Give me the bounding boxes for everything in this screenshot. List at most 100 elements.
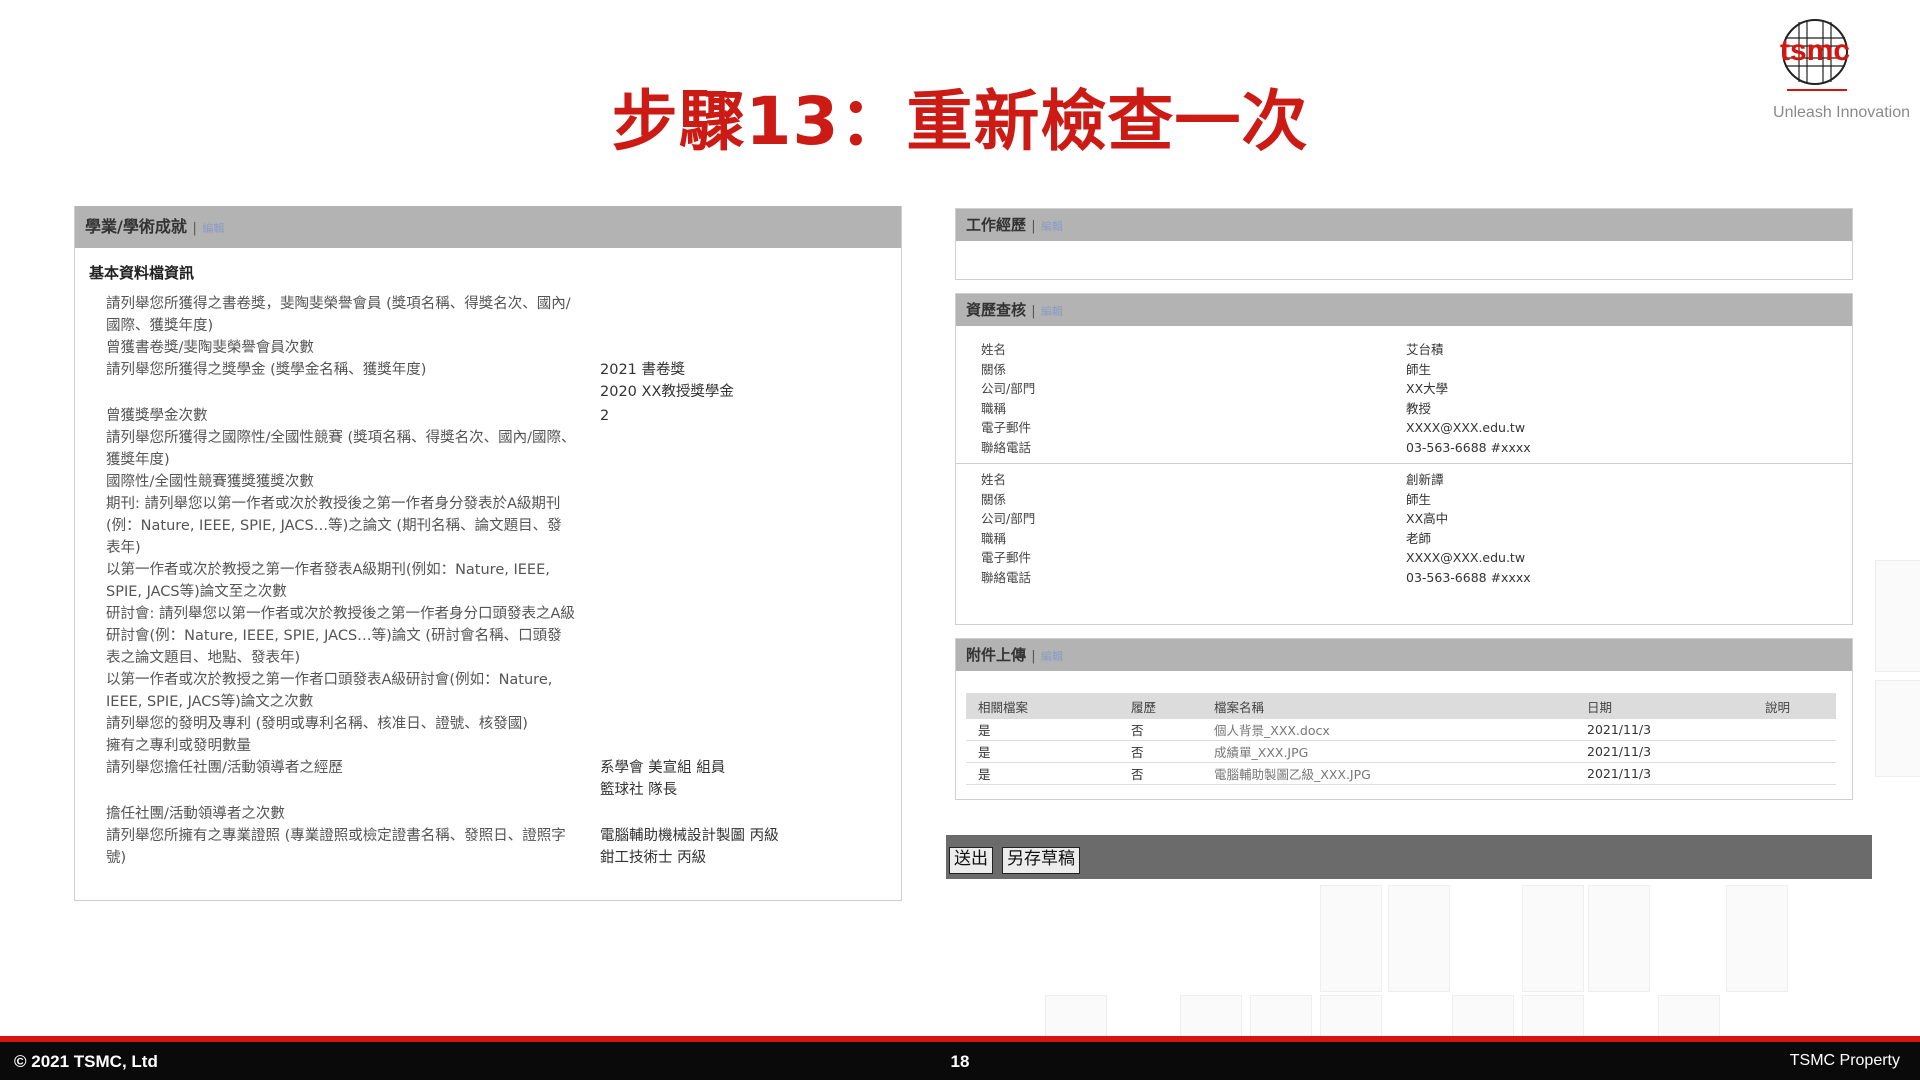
related-cell: 是: [966, 762, 1119, 785]
wafer-logo-icon: tsmc: [1780, 19, 1850, 91]
column-header: 履歷: [1119, 693, 1202, 719]
question-label: 以第一作者或次於教授之第一作者發表A級期刊(例如：Nature, IEEE, S…: [106, 562, 550, 600]
reference-key: 關係: [981, 491, 1007, 507]
academic-panel: 學業/學術成就 | 編輯 基本資料檔資訊 請列舉您所獲得之書卷獎，斐陶斐榮譽會員…: [74, 206, 902, 901]
question-label: 擔任社團/活動領導者之次數: [106, 806, 285, 822]
background-tile: [1875, 680, 1920, 777]
reference-list: 姓名 艾台積 關係 師生 公司/部門 XX大學 職稱 教授 電子郵件 XXXX@XXX.edu.t…: [956, 326, 1852, 587]
qa-row: 擔任社團/活動領導者之次數: [75, 803, 901, 825]
background-tile: [1522, 885, 1584, 992]
qa-row: 以第一作者或次於教授之第一作者口頭發表A級研討會(例如：Nature, IEEE…: [75, 669, 901, 713]
reference-key: 聯絡電話: [981, 569, 1032, 585]
question-label: 請列舉您所獲得之國際性/全國性競賽 (獎項名稱、得獎名次、國內/國際、獲獎年度): [106, 430, 576, 468]
reference-entry: 姓名 創新譚 關係 師生 公司/部門 XX高中 職稱 老師 電子郵件 XXXX@XXX.edu.t…: [956, 464, 1852, 587]
edit-link[interactable]: 編輯: [1041, 220, 1063, 233]
submit-button[interactable]: 送出: [949, 847, 993, 874]
question-label: 研討會: 請列舉您以第一作者或次於教授後之第一作者身分口頭發表之A級研討會(例：…: [106, 606, 575, 666]
separator: |: [192, 221, 197, 236]
panel-title: 工作經歷: [966, 216, 1027, 234]
question-label: 以第一作者或次於教授之第一作者口頭發表A級研討會(例如：Nature, IEEE…: [106, 672, 553, 710]
qa-row: 以第一作者或次於教授之第一作者發表A級期刊(例如：Nature, IEEE, S…: [75, 559, 901, 603]
file-name-link[interactable]: 成績單_XXX.JPG: [1202, 740, 1575, 763]
question-label: 期刊: 請列舉您以第一作者或次於教授後之第一作者身分發表於A級期刊(例：Natu…: [106, 496, 562, 556]
reference-row: 關係 師生: [956, 360, 1852, 380]
reference-row: 電子郵件 XXXX@XXX.edu.tw: [956, 548, 1852, 568]
qa-row: 請列舉您所獲得之國際性/全國性競賽 (獎項名稱、得獎名次、國內/國際、獲獎年度): [75, 427, 901, 471]
edit-link[interactable]: 編輯: [202, 222, 224, 235]
reference-row: 聯絡電話 03-563-6688 #xxxx: [956, 568, 1852, 588]
tsmc-logo: tsmc: [1740, 16, 1890, 96]
reference-value: XX高中: [1406, 511, 1449, 526]
answer-value: 2021 書卷獎 2020 XX教授獎學金: [600, 362, 734, 400]
action-bar: 送出 另存草稿: [946, 835, 1872, 879]
reference-panel: 資歷查核 | 編輯 姓名 艾台積 關係 師生 公司/部門 XX大學 職稱 教授 電子郵件 XXXX…: [955, 293, 1853, 625]
column-header: 檔案名稱: [1202, 693, 1575, 719]
column-header: 日期: [1575, 693, 1753, 719]
question-label: 請列舉您所擁有之專業證照 (專業證照或檢定證書名稱、發照日、證照字號): [106, 828, 566, 866]
question-label: 請列舉您擔任社團/活動領導者之經歷: [106, 760, 343, 776]
reference-key: 姓名: [981, 472, 1007, 487]
reference-row: 關係 師生: [956, 490, 1852, 510]
background-tile: [1522, 995, 1584, 1037]
separator: |: [1031, 304, 1036, 319]
edit-link[interactable]: 編輯: [1041, 305, 1063, 318]
note-cell: [1753, 762, 1836, 785]
reference-value: 師生: [1406, 491, 1432, 507]
file-name-link[interactable]: 電腦輔助製圖乙級_XXX.JPG: [1202, 762, 1575, 785]
separator: |: [1031, 219, 1036, 234]
reference-value: 創新譚: [1406, 472, 1444, 487]
reference-key: 關係: [981, 361, 1007, 377]
related-cell: 是: [966, 740, 1119, 763]
section-subtitle: 基本資料檔資訊: [89, 264, 195, 282]
answer-value: 2: [600, 408, 610, 424]
reference-key: 聯絡電話: [981, 439, 1032, 455]
background-tile: [1045, 995, 1107, 1037]
tagline: Unleash Innovation: [1773, 104, 1910, 121]
table-header-row: 相關檔案 履歷 檔案名稱 日期 說明: [966, 693, 1836, 719]
property-label: TSMC Property: [1789, 1052, 1900, 1069]
academic-panel-header: 學業/學術成就 | 編輯: [75, 206, 901, 248]
panel-title: 附件上傳: [966, 646, 1027, 664]
reference-value: XXXX@XXX.edu.tw: [1406, 420, 1526, 435]
question-label: 請列舉您所獲得之書卷獎，斐陶斐榮譽會員 (獎項名稱、得獎名次、國內/國際、獲獎年…: [106, 296, 571, 334]
background-tile: [1320, 885, 1382, 992]
date-cell: 2021/11/3: [1575, 740, 1753, 763]
reference-row: 公司/部門 XX大學: [956, 379, 1852, 399]
qa-row: 曾獲獎學金次數 2: [75, 405, 901, 427]
background-tile: [1250, 995, 1312, 1037]
reference-row: 公司/部門 XX高中: [956, 509, 1852, 529]
work-panel-header: 工作經歷 | 編輯: [956, 209, 1852, 241]
qa-row: 請列舉您所獲得之獎學金 (獎學金名稱、獲獎年度) 2021 書卷獎 2020 XX…: [75, 359, 901, 405]
reference-value: 艾台積: [1406, 342, 1444, 357]
answer-value: 電腦輔助機械設計製圖 丙級 鉗工技術士 丙級: [600, 828, 779, 866]
reference-key: 公司/部門: [981, 511, 1036, 526]
background-tile: [1875, 560, 1920, 672]
question-label: 國際性/全國性競賽獲獎獲獎次數: [106, 474, 314, 490]
reference-value: 師生: [1406, 361, 1432, 377]
reference-key: 電子郵件: [981, 420, 1032, 435]
qa-row: 期刊: 請列舉您以第一作者或次於教授後之第一作者身分發表於A級期刊(例：Natu…: [75, 493, 901, 559]
reference-row: 聯絡電話 03-563-6688 #xxxx: [956, 438, 1852, 458]
resume-cell: 否: [1119, 762, 1202, 785]
background-tile: [1658, 995, 1720, 1037]
reference-value: 03-563-6688 #xxxx: [1406, 569, 1531, 585]
note-cell: [1753, 719, 1836, 741]
qa-row: 研討會: 請列舉您以第一作者或次於教授後之第一作者身分口頭發表之A級研討會(例：…: [75, 603, 901, 669]
edit-link[interactable]: 編輯: [1041, 650, 1063, 663]
file-name-link[interactable]: 個人背景_XXX.docx: [1202, 719, 1575, 741]
background-tile: [1452, 995, 1514, 1037]
slide-title: 步驟13：重新檢查一次: [611, 83, 1309, 160]
resume-cell: 否: [1119, 719, 1202, 741]
panel-title: 學業/學術成就: [85, 217, 187, 236]
save-draft-button[interactable]: 另存草稿: [1002, 847, 1080, 874]
panel-title: 資歷查核: [966, 301, 1027, 319]
qa-row: 請列舉您擔任社團/活動領導者之經歷 系學會 美宣組 組員 籃球社 隊長: [75, 757, 901, 803]
reference-key: 姓名: [981, 342, 1007, 357]
reference-key: 電子郵件: [981, 550, 1032, 565]
date-cell: 2021/11/3: [1575, 762, 1753, 785]
background-tile: [1588, 885, 1650, 992]
attachment-table: 相關檔案 履歷 檔案名稱 日期 說明 是否個人背景_XXX.docx 2021/1…: [966, 693, 1836, 785]
reference-entry: 姓名 艾台積 關係 師生 公司/部門 XX大學 職稱 教授 電子郵件 XXXX@XXX.edu.t…: [956, 326, 1852, 457]
qa-row: 請列舉您所擁有之專業證照 (專業證照或檢定證書名稱、發照日、證照字號) 電腦輔助機…: [75, 825, 901, 871]
qa-row: 曾獲書卷獎/斐陶斐榮譽會員次數: [75, 337, 901, 359]
